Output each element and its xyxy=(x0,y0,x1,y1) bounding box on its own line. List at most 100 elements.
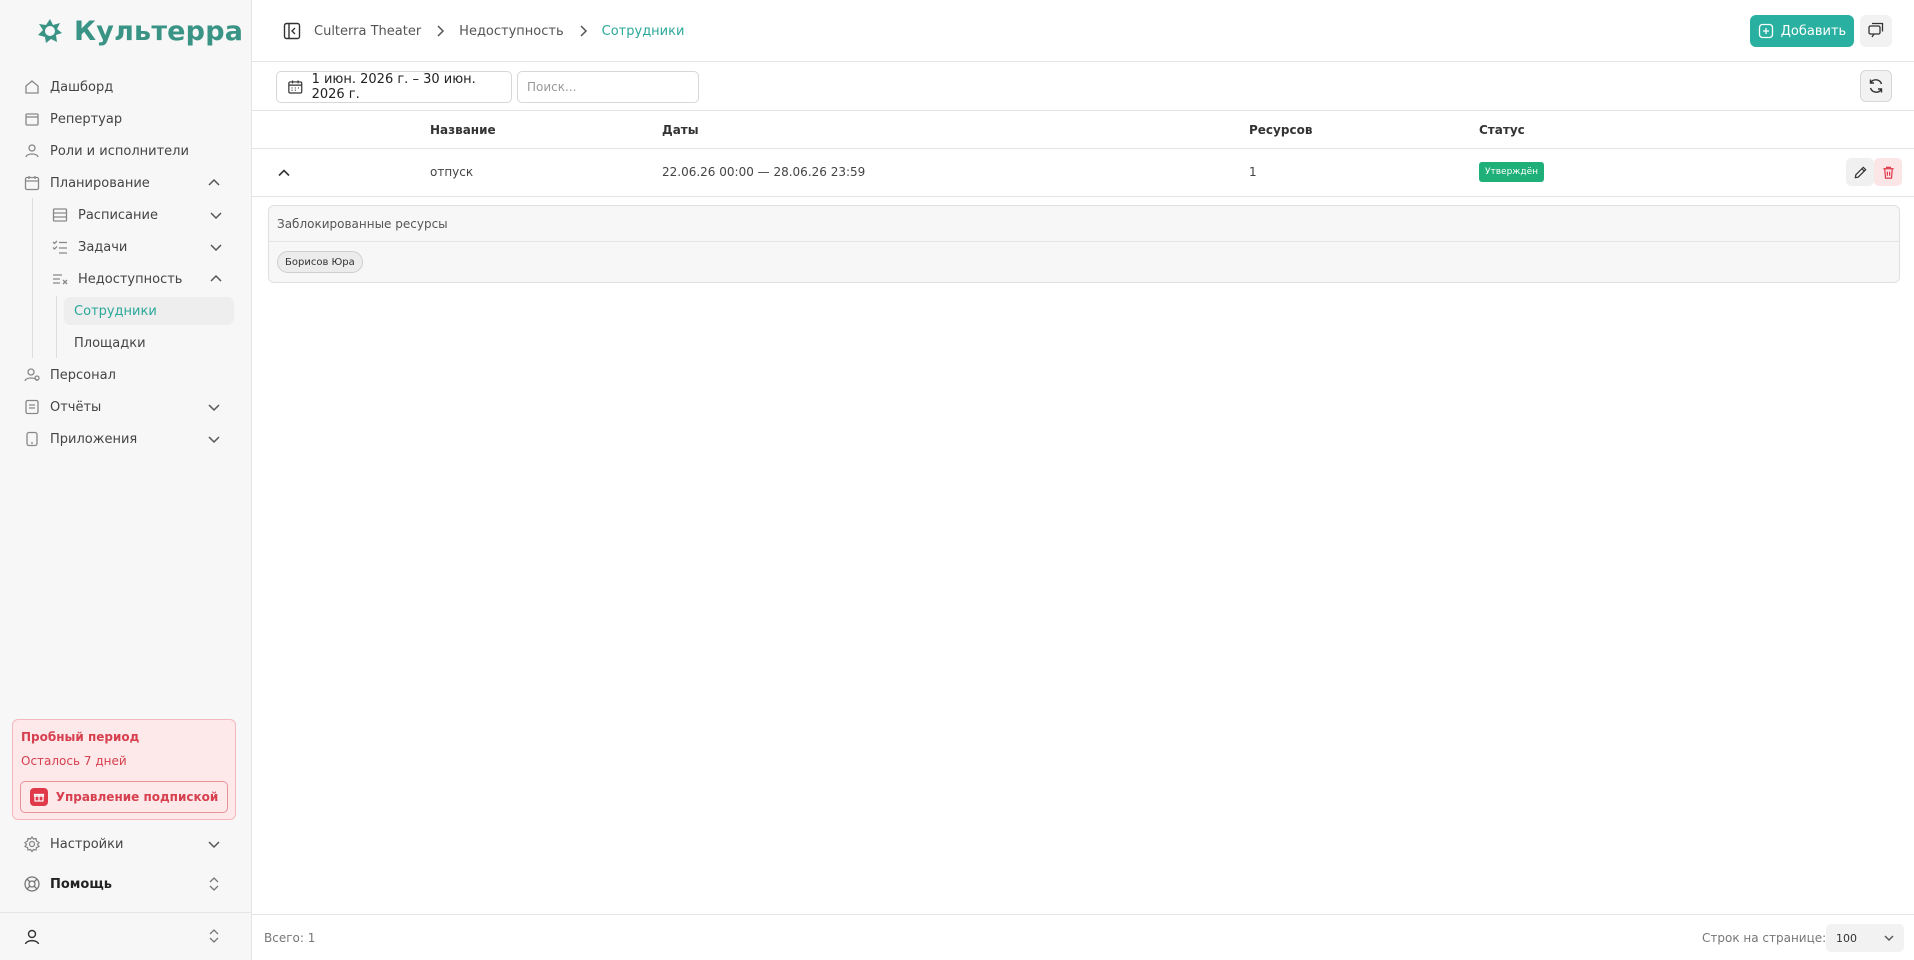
sidebar-item-label: Недоступность xyxy=(78,271,183,287)
chevron-up-down-icon xyxy=(209,929,219,943)
calendar-icon xyxy=(22,173,42,193)
sidebar-item-label: Персонал xyxy=(50,367,116,383)
gear-icon xyxy=(22,834,42,854)
tree-line xyxy=(56,296,57,358)
refresh-button[interactable] xyxy=(1860,70,1892,102)
column-header-dates[interactable]: Даты xyxy=(662,123,699,137)
sidebar-item-label: Настройки xyxy=(50,836,124,852)
resource-chip[interactable]: Борисов Юра xyxy=(277,251,363,273)
trash-icon xyxy=(1882,166,1894,179)
home-icon xyxy=(22,77,42,97)
sidebar-item-tasks[interactable]: Задачи xyxy=(44,233,234,261)
sidebar-item-settings[interactable]: Настройки xyxy=(16,830,232,858)
brand-name: Культерра xyxy=(74,15,244,47)
total-count: Всего: 1 xyxy=(264,931,316,945)
sidebar-item-employees[interactable]: Сотрудники xyxy=(64,297,234,325)
brand-logo[interactable]: Культерра xyxy=(36,14,243,48)
sidebar-item-label: Сотрудники xyxy=(74,303,157,319)
chevron-up-down-icon xyxy=(209,877,219,891)
chevron-down-icon xyxy=(208,404,220,412)
sidebar-item-help[interactable]: Помощь xyxy=(16,870,232,898)
column-header-name[interactable]: Название xyxy=(430,123,496,137)
chat-icon xyxy=(1868,22,1884,38)
sidebar-item-label: Приложения xyxy=(50,431,138,447)
chevron-up-icon[interactable] xyxy=(274,163,294,183)
sidebar-item-staff[interactable]: Персонал xyxy=(16,361,232,389)
sidebar-item-schedule[interactable]: Расписание xyxy=(44,201,234,229)
calendar-icon xyxy=(288,80,303,94)
reports-icon xyxy=(22,397,42,417)
manage-subscription-button[interactable]: Управление подпиской xyxy=(20,781,228,813)
blocked-resources-header: Заблокированные ресурсы xyxy=(269,206,1899,242)
status-badge: Утверждён xyxy=(1479,162,1545,182)
user-menu[interactable] xyxy=(0,912,252,960)
column-header-resources[interactable]: Ресурсов xyxy=(1249,123,1312,137)
sidebar-item-venues[interactable]: Площадки xyxy=(64,329,234,357)
blocked-resources-panel: Заблокированные ресурсы Борисов Юра xyxy=(268,205,1900,283)
logo-icon xyxy=(38,19,62,43)
blocked-resources-title: Заблокированные ресурсы xyxy=(277,217,448,231)
chevron-down-icon xyxy=(208,436,220,444)
sidebar-item-label: Помощь xyxy=(50,876,112,892)
rows-per-page-select[interactable]: 100 xyxy=(1826,924,1904,952)
sidebar-item-label: Расписание xyxy=(78,207,158,223)
tree-line xyxy=(32,198,33,358)
chevron-down-icon xyxy=(210,244,222,252)
date-range-value: 1 июн. 2026 г. – 30 июн. 2026 г. xyxy=(311,72,476,102)
breadcrumb-unavailability[interactable]: Недоступность xyxy=(459,24,563,39)
add-button[interactable]: Добавить xyxy=(1750,15,1854,47)
gift-icon xyxy=(29,788,48,806)
trial-title: Пробный период xyxy=(21,730,140,744)
sidebar-item-dashboard[interactable]: Дашборд xyxy=(16,73,232,101)
sidebar-item-label: Площадки xyxy=(74,335,146,351)
sidebar-item-apps[interactable]: Приложения xyxy=(16,425,232,453)
sidebar-item-reports[interactable]: Отчёты xyxy=(16,393,232,421)
edit-button[interactable] xyxy=(1846,158,1874,186)
column-header-status[interactable]: Статус xyxy=(1479,123,1525,137)
delete-button[interactable] xyxy=(1874,158,1902,186)
unavailability-icon xyxy=(50,269,70,289)
rows-per-page-value: 100 xyxy=(1836,931,1857,945)
chevron-right-icon xyxy=(580,25,587,37)
user-icon xyxy=(24,929,40,945)
search-input[interactable] xyxy=(517,71,699,103)
row-name: отпуск xyxy=(430,165,474,179)
table-row[interactable]: отпуск 22.06.26 00:00 — 28.06.26 23:59 1… xyxy=(252,149,1914,197)
collapse-sidebar-icon[interactable] xyxy=(282,21,302,41)
chevron-up-icon xyxy=(208,178,220,186)
trial-banner: Пробный период Осталось 7 дней Управлени… xyxy=(12,719,236,820)
pencil-icon xyxy=(1854,165,1867,178)
chevron-up-icon xyxy=(210,274,222,282)
row-dates: 22.06.26 00:00 — 28.06.26 23:59 xyxy=(662,165,866,179)
chevron-down-icon xyxy=(208,841,220,849)
sidebar-item-label: Роли и исполнители xyxy=(50,143,189,159)
chevron-right-icon xyxy=(437,25,445,37)
schedule-icon xyxy=(50,205,70,225)
table-header: Название Даты Ресурсов Статус xyxy=(252,112,1914,149)
roles-icon xyxy=(22,141,42,161)
tasks-icon xyxy=(50,237,70,257)
help-icon xyxy=(22,874,42,894)
table-footer: Всего: 1 Строк на странице: 100 xyxy=(252,914,1914,960)
manage-subscription-label: Управление подпиской xyxy=(55,790,219,804)
sidebar-item-label: Репертуар xyxy=(50,111,123,127)
date-range-picker[interactable]: 1 июн. 2026 г. – 30 июн. 2026 г. xyxy=(276,71,512,103)
top-bar: Culterra Theater Недоступность Сотрудник… xyxy=(252,0,1914,62)
apps-icon xyxy=(22,429,42,449)
breadcrumb-theater[interactable]: Culterra Theater xyxy=(314,24,421,39)
sidebar-item-unavailability[interactable]: Недоступность xyxy=(44,265,234,293)
messages-button[interactable] xyxy=(1860,15,1892,47)
filter-toolbar: 1 июн. 2026 г. – 30 июн. 2026 г. xyxy=(252,63,1914,111)
staff-icon xyxy=(22,365,42,385)
theater-icon xyxy=(22,109,42,129)
sidebar-item-repertoire[interactable]: Репертуар xyxy=(16,105,232,133)
breadcrumb: Culterra Theater Недоступность Сотрудник… xyxy=(314,21,684,41)
refresh-icon xyxy=(1869,79,1883,93)
plus-square-icon xyxy=(1758,23,1773,39)
sidebar-item-planning[interactable]: Планирование xyxy=(16,169,232,197)
add-button-label: Добавить xyxy=(1780,23,1847,39)
sidebar-item-roles[interactable]: Роли и исполнители xyxy=(16,137,232,165)
sidebar-item-label: Планирование xyxy=(50,175,150,191)
sidebar: Культерра Дашборд Репертуар Роли и испол… xyxy=(0,0,252,960)
row-resources: 1 xyxy=(1249,165,1257,179)
